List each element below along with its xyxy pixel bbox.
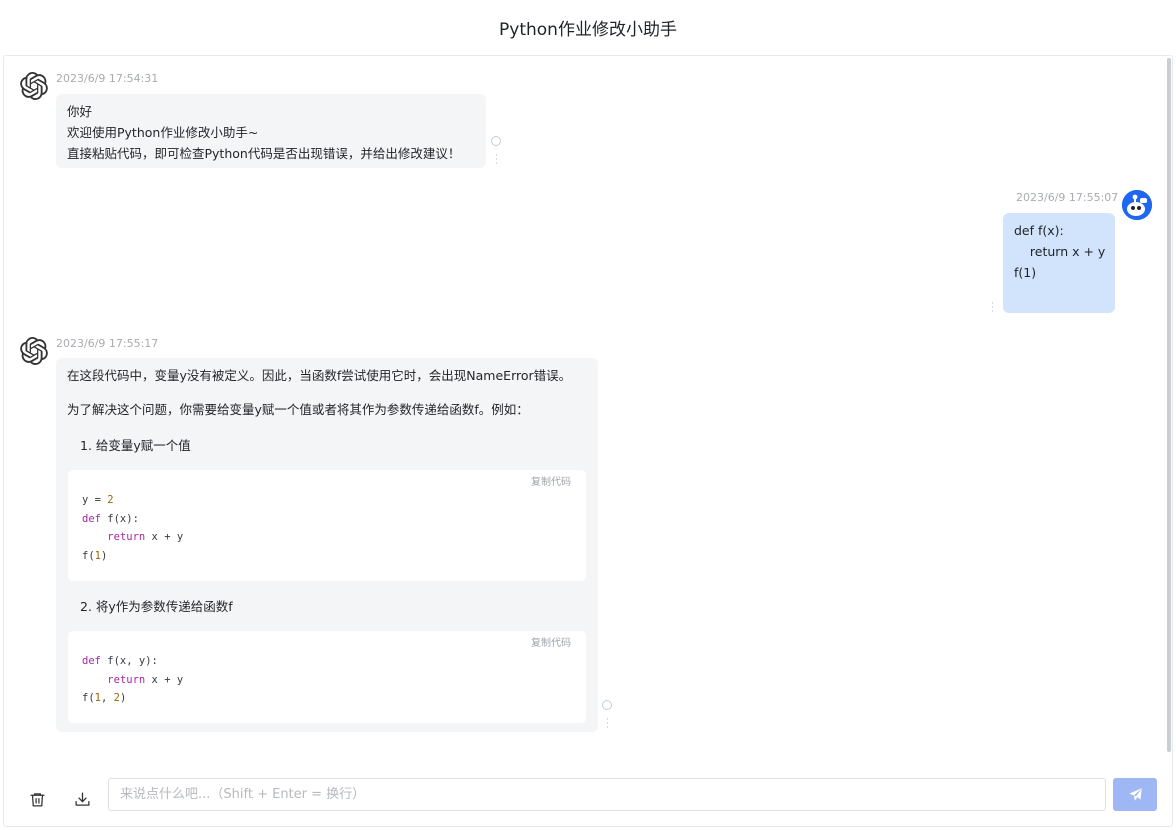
send-button[interactable] (1113, 778, 1157, 811)
message-more-icon[interactable]: · · · (991, 300, 994, 317)
message-line: 欢迎使用Python作业修改小助手~ (67, 125, 259, 140)
code-block: 复制代码 y = 2 def f(x): return x + y f(1) (68, 470, 586, 581)
message-line: def f(x): (1014, 223, 1064, 238)
bot-avatar-icon (20, 337, 48, 365)
answer-paragraph: 为了解决这个问题，你需要给变量y赋一个值或者将其作为参数传递给函数f。例如： (67, 402, 529, 417)
user-avatar-icon (1122, 190, 1152, 220)
message-line: 直接粘贴代码，即可检查Python代码是否出现错误，并给出修改建议！ (67, 146, 461, 161)
message-timestamp: 2023/6/9 17:54:31 (56, 72, 159, 85)
chat-input[interactable] (108, 778, 1106, 811)
message-status-icon (491, 136, 501, 146)
bot-message-bubble: 在这段代码中，变量y没有被定义。因此，当函数f尝试使用它时，会出现NameErr… (56, 358, 598, 732)
copy-code-button[interactable]: 复制代码 (531, 474, 571, 493)
app-title: Python作业修改小助手 (499, 19, 677, 40)
bot-message-bubble: 你好 欢迎使用Python作业修改小助手~ 直接粘贴代码，即可检查Python代… (56, 94, 486, 168)
input-bar (4, 772, 1172, 826)
message-list[interactable]: 2023/6/9 17:54:31 你好 欢迎使用Python作业修改小助手~ … (4, 56, 1172, 756)
message-line: f(1) (1014, 265, 1037, 280)
trash-icon (29, 792, 45, 807)
answer-paragraph: 在这段代码中，变量y没有被定义。因此，当函数f尝试使用它时，会出现NameErr… (67, 368, 572, 383)
list-item: 1. 给变量y赋一个值 (80, 438, 191, 453)
message-timestamp: 2023/6/9 17:55:17 (56, 337, 159, 350)
chat-panel: 2023/6/9 17:54:31 你好 欢迎使用Python作业修改小助手~ … (3, 55, 1173, 827)
message-status-icon (602, 700, 612, 710)
user-message-bubble: def f(x): return x + y f(1) (1003, 213, 1115, 313)
message-more-icon[interactable]: · · · (495, 152, 498, 169)
message-line: return x + y (1014, 244, 1106, 259)
scrollbar[interactable] (1167, 58, 1171, 752)
message-timestamp: 2023/6/9 17:55:07 (1016, 191, 1119, 204)
message-line: 你好 (67, 104, 93, 119)
bot-avatar-icon (20, 72, 48, 100)
send-icon (1128, 788, 1142, 801)
export-chat-button[interactable] (69, 786, 95, 812)
code-block: 复制代码 def f(x, y): return x + y f(1, 2) (68, 631, 586, 723)
download-icon (74, 791, 90, 806)
list-item: 2. 将y作为参数传递给函数f (80, 599, 233, 614)
clear-chat-button[interactable] (24, 786, 50, 812)
message-more-icon[interactable]: · · · (606, 716, 609, 733)
copy-code-button[interactable]: 复制代码 (531, 635, 571, 654)
